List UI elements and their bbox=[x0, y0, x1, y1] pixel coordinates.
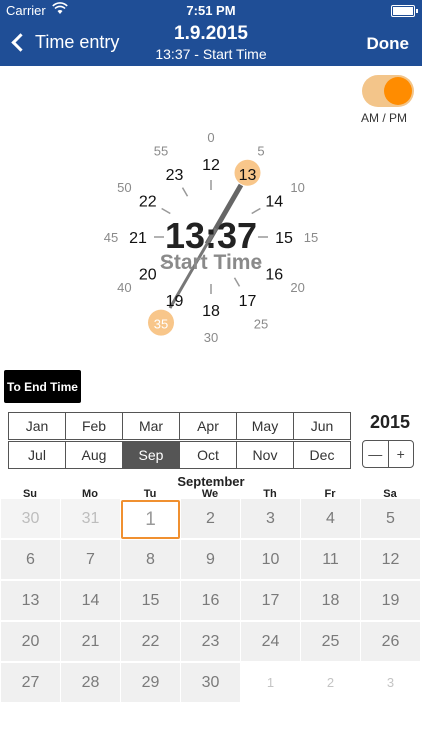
month-may[interactable]: May bbox=[236, 412, 294, 440]
clock-tick bbox=[233, 277, 241, 287]
hour-label-22[interactable]: 22 bbox=[139, 194, 157, 211]
calendar-day[interactable]: 24 bbox=[241, 622, 300, 661]
calendar-day[interactable]: 26 bbox=[361, 622, 420, 661]
hour-label-13[interactable]: 13 bbox=[239, 167, 257, 184]
minute-label-20[interactable]: 20 bbox=[290, 280, 304, 295]
clock-tick bbox=[181, 187, 189, 197]
month-picker: Jan Feb Mar Apr May Jun Jul Aug Sep Oct Nov Dec bbox=[8, 412, 355, 469]
calendar-day[interactable]: 27 bbox=[1, 663, 60, 702]
month-sep[interactable]: Sep bbox=[122, 441, 180, 469]
calendar-day[interactable]: 7 bbox=[61, 540, 120, 579]
battery-icon bbox=[391, 5, 418, 17]
calendar-month-name: September bbox=[177, 474, 245, 489]
to-end-time-button[interactable]: To End Time bbox=[4, 370, 81, 403]
calendar-day[interactable]: 22 bbox=[121, 622, 180, 661]
month-oct[interactable]: Oct bbox=[179, 441, 237, 469]
calendar-day[interactable]: 2 bbox=[301, 663, 360, 702]
month-mar[interactable]: Mar bbox=[122, 412, 180, 440]
calendar-day[interactable]: 29 bbox=[121, 663, 180, 702]
month-feb[interactable]: Feb bbox=[65, 412, 123, 440]
month-nov[interactable]: Nov bbox=[236, 441, 294, 469]
calendar-day[interactable]: 15 bbox=[121, 581, 180, 620]
calendar-day[interactable]: 31 bbox=[61, 499, 120, 538]
hour-label-17[interactable]: 17 bbox=[239, 293, 257, 310]
minute-label-0[interactable]: 0 bbox=[207, 130, 214, 145]
clock-tick bbox=[161, 207, 171, 215]
calendar-day[interactable]: 12 bbox=[361, 540, 420, 579]
calendar-day[interactable]: 9 bbox=[181, 540, 240, 579]
year-decrement-button[interactable]: — bbox=[363, 441, 389, 467]
hour-label-18[interactable]: 18 bbox=[202, 303, 220, 320]
calendar-day[interactable]: 10 bbox=[241, 540, 300, 579]
calendar-day[interactable]: 18 bbox=[301, 581, 360, 620]
calendar-day[interactable]: 3 bbox=[361, 663, 420, 702]
hour-label-14[interactable]: 14 bbox=[265, 194, 283, 211]
done-button[interactable]: Done bbox=[367, 34, 410, 54]
minute-label-35[interactable]: 35 bbox=[154, 317, 168, 332]
calendar-day[interactable]: 30 bbox=[1, 499, 60, 538]
clock-dial[interactable]: 0 5 10 15 20 25 30 35 40 45 50 55 12 13 14 15 16 17 18 19 20… bbox=[0, 110, 422, 360]
calendar-day[interactable]: 3 bbox=[241, 499, 300, 538]
month-apr[interactable]: Apr bbox=[179, 412, 237, 440]
calendar-day[interactable]: 28 bbox=[61, 663, 120, 702]
nav-title: 1.9.2015 bbox=[174, 23, 248, 44]
time-mode-label: Start Time bbox=[159, 251, 263, 274]
month-jul[interactable]: Jul bbox=[8, 441, 66, 469]
minute-label-40[interactable]: 40 bbox=[117, 280, 131, 295]
minute-label-10[interactable]: 10 bbox=[290, 180, 304, 195]
year-label: 2015 bbox=[369, 412, 411, 432]
minute-label-30[interactable]: 30 bbox=[204, 330, 218, 345]
calendar-day[interactable]: 2 bbox=[181, 499, 240, 538]
month-jun[interactable]: Jun bbox=[293, 412, 351, 440]
clock-tick bbox=[251, 207, 261, 215]
calendar-day[interactable]: 13 bbox=[1, 581, 60, 620]
hour-label-12[interactable]: 12 bbox=[202, 157, 220, 174]
status-time: 7:51 PM bbox=[186, 3, 236, 18]
toggle-knob bbox=[384, 77, 412, 105]
calendar-day[interactable]: 5 bbox=[361, 499, 420, 538]
calendar-day[interactable]: 17 bbox=[241, 581, 300, 620]
month-aug[interactable]: Aug bbox=[65, 441, 123, 469]
calendar-grid: 30 31 1 2 3 4 5 6 7 8 9 10 11 12 13 14 15 16 17 18 19 20 21 22 2… bbox=[0, 499, 422, 703]
year-increment-button[interactable]: + bbox=[389, 441, 414, 467]
status-bar: Carrier 7:51 PM bbox=[0, 0, 422, 22]
calendar-day[interactable]: 11 bbox=[301, 540, 360, 579]
calendar-day[interactable]: 6 bbox=[1, 540, 60, 579]
month-dec[interactable]: Dec bbox=[293, 441, 351, 469]
nav-subtitle: 13:37 - Start Time bbox=[155, 46, 267, 62]
hour-label-23[interactable]: 23 bbox=[166, 167, 184, 184]
hour-label-19[interactable]: 19 bbox=[166, 293, 184, 310]
calendar-day[interactable]: 30 bbox=[181, 663, 240, 702]
calendar-day[interactable]: 4 bbox=[301, 499, 360, 538]
year-stepper: — + bbox=[362, 440, 414, 468]
ampm-toggle[interactable] bbox=[362, 75, 414, 107]
calendar-day[interactable]: 19 bbox=[361, 581, 420, 620]
calendar-day[interactable]: 14 bbox=[61, 581, 120, 620]
minute-label-55[interactable]: 55 bbox=[154, 143, 168, 158]
calendar-day[interactable]: 23 bbox=[181, 622, 240, 661]
minute-label-25[interactable]: 25 bbox=[254, 317, 268, 332]
minute-label-5[interactable]: 5 bbox=[257, 143, 264, 158]
calendar-day[interactable]: 25 bbox=[301, 622, 360, 661]
navigation-bar: Time entry 1.9.2015 13:37 - Start Time D… bbox=[0, 22, 422, 66]
calendar-day[interactable]: 20 bbox=[1, 622, 60, 661]
calendar-day[interactable]: 1 bbox=[241, 663, 300, 702]
calendar-day[interactable]: 16 bbox=[181, 581, 240, 620]
minute-label-50[interactable]: 50 bbox=[117, 180, 131, 195]
calendar-day[interactable]: 1 bbox=[121, 500, 180, 539]
month-jan[interactable]: Jan bbox=[8, 412, 66, 440]
calendar-day[interactable]: 21 bbox=[61, 622, 120, 661]
calendar-day[interactable]: 8 bbox=[121, 540, 180, 579]
